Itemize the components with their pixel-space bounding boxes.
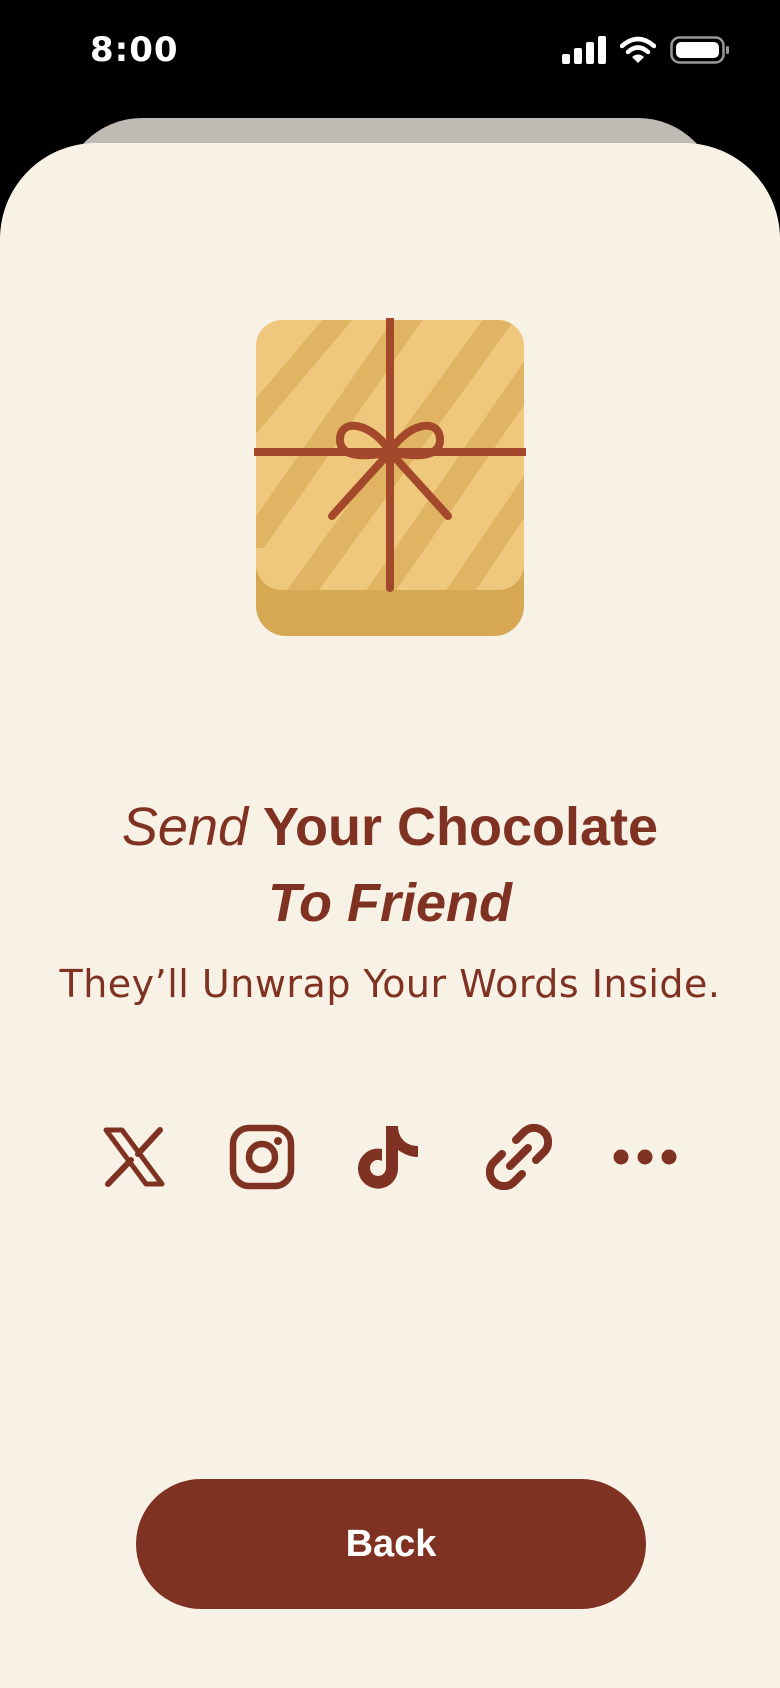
status-bar: 8:00 xyxy=(0,0,780,110)
share-x-button[interactable] xyxy=(99,1122,169,1192)
battery-icon xyxy=(670,36,729,64)
status-icons xyxy=(562,36,730,64)
headline-line-1: Send Your Chocolate xyxy=(0,796,780,858)
more-icon xyxy=(613,1149,677,1165)
status-time: 8:00 xyxy=(90,30,179,70)
back-button[interactable]: Back xyxy=(136,1479,646,1609)
share-link-button[interactable] xyxy=(484,1122,554,1192)
share-instagram-button[interactable] xyxy=(227,1122,297,1192)
subtitle: They’ll Unwrap Your Words Inside. xyxy=(59,962,721,1006)
share-more-button[interactable] xyxy=(610,1122,680,1192)
link-icon xyxy=(486,1124,552,1190)
instagram-icon xyxy=(229,1124,295,1190)
share-tiktok-button[interactable] xyxy=(355,1122,425,1192)
headline-your-chocolate: Your Chocolate xyxy=(263,797,659,857)
gift-box-image xyxy=(250,314,530,638)
tiktok-icon xyxy=(358,1126,418,1189)
x-icon xyxy=(103,1127,165,1187)
headline-send: Send xyxy=(121,797,249,857)
share-options xyxy=(0,1122,780,1192)
headline-to-friend: To Friend xyxy=(268,873,512,933)
wifi-icon xyxy=(620,36,656,63)
signal-icon xyxy=(562,36,606,64)
